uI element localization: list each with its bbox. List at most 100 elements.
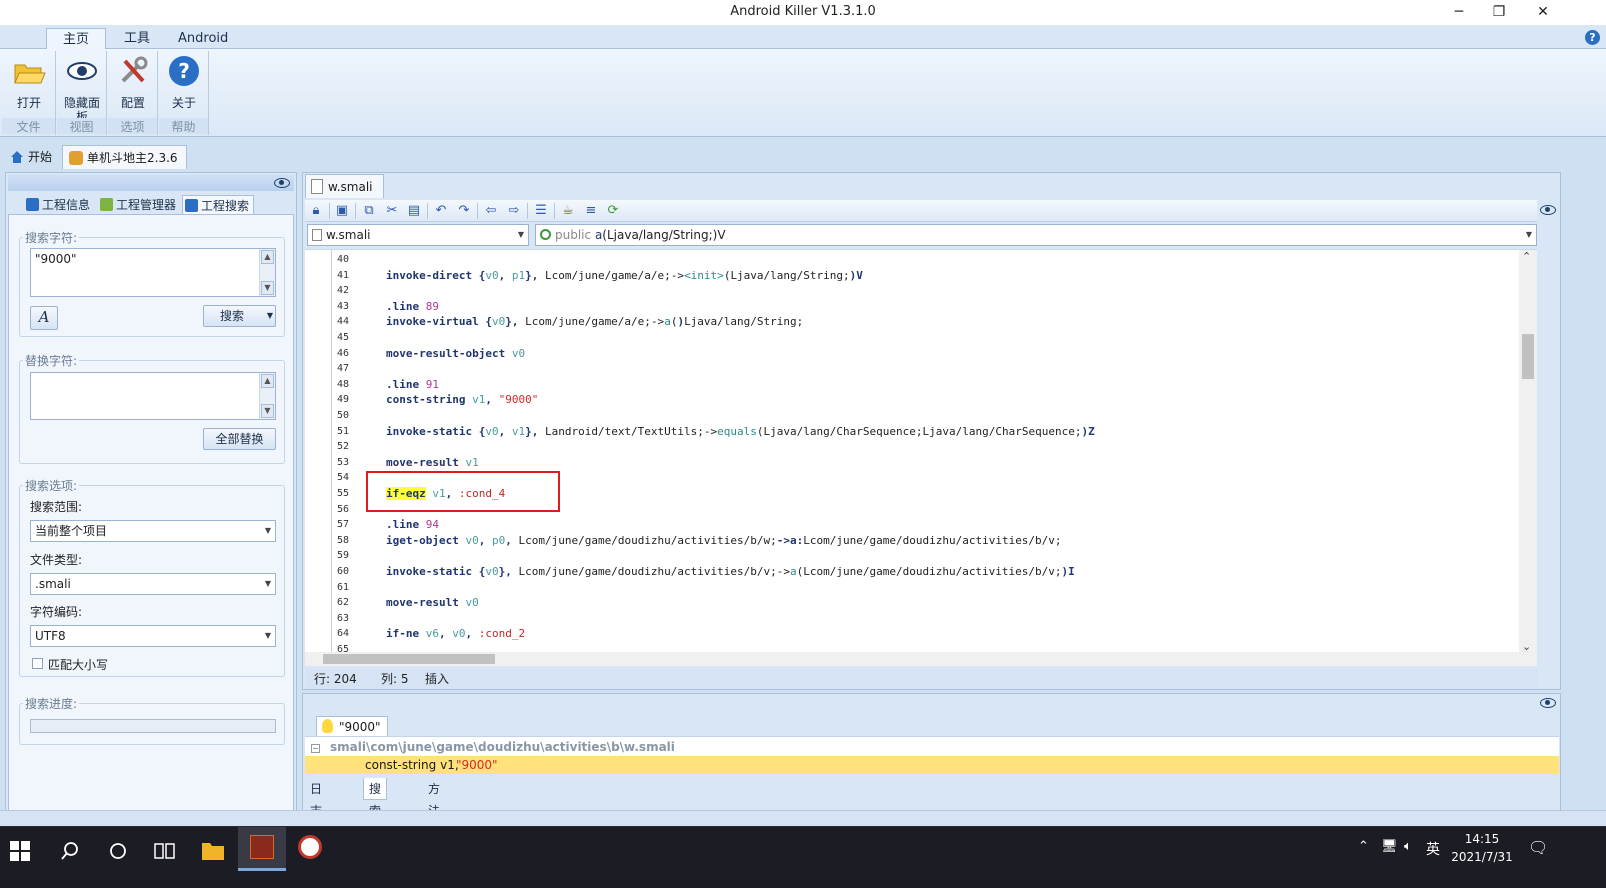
compile-icon[interactable]: ⟳	[605, 203, 621, 219]
tab-android[interactable]: Android	[162, 28, 244, 49]
encoding-select[interactable]: UTF8 ▼	[30, 625, 276, 647]
config-button[interactable]: 配置	[110, 53, 156, 110]
hide-panel-button[interactable]: 隐藏面板	[59, 53, 105, 124]
eye-icon[interactable]	[1540, 205, 1556, 215]
wrap-icon[interactable]: ☰	[533, 203, 549, 219]
redo-icon[interactable]: ↷	[456, 203, 472, 219]
lock-icon[interactable]: 🔒︎	[308, 203, 324, 219]
editor-hscrollbar[interactable]	[305, 652, 1537, 666]
open-button[interactable]: 打开	[6, 53, 52, 110]
search-form: 搜索字符: "9000" ▲ ▼ A 搜索 ▼ 替换字符: ▲ ▼ 全部替换 搜…	[8, 214, 294, 814]
tab-project[interactable]: 单机斗地主2.3.6	[62, 145, 187, 169]
copy-icon[interactable]: ⧉	[361, 203, 377, 219]
notification-icon[interactable]: 🗨︎	[1528, 838, 1548, 857]
format-icon[interactable]: ≡	[583, 203, 599, 219]
method-icon	[540, 229, 551, 240]
forward-arrow-icon[interactable]: ⇨	[506, 203, 522, 219]
network-icon[interactable]: 🖥︎	[1381, 839, 1398, 854]
replace-input-scrollbar[interactable]: ▲ ▼	[259, 373, 275, 419]
volume-icon[interactable]: 🔈︎	[1404, 839, 1412, 854]
chevron-up-icon[interactable]: ⌃	[1522, 250, 1531, 263]
eye-icon[interactable]	[274, 178, 290, 188]
windows-start-icon[interactable]	[10, 841, 30, 861]
replace-label: 替换字符:	[23, 352, 80, 369]
java-icon[interactable]: ☕︎	[560, 203, 576, 219]
ribbon-group-help: ? 关于 帮助	[159, 51, 209, 135]
cortana-icon[interactable]	[108, 841, 128, 861]
tools-icon	[121, 56, 148, 83]
collapse-icon[interactable]: −	[311, 744, 320, 753]
chevron-up-icon[interactable]: ⌃	[1358, 839, 1369, 854]
scroll-down-icon[interactable]: ▼	[261, 281, 274, 295]
file-select[interactable]: w.smali ▼	[307, 224, 529, 246]
tab-log-output[interactable]: 日志输出	[305, 778, 327, 862]
cut-icon[interactable]: ✂	[384, 203, 400, 219]
search-input[interactable]: "9000" ▲ ▼	[30, 248, 276, 297]
back-arrow-icon[interactable]: ⇦	[483, 203, 499, 219]
scroll-down-icon[interactable]: ▼	[261, 404, 274, 418]
result-file-node[interactable]: − smali\com\june\game\doudizhu\activities…	[311, 739, 675, 756]
browser-app-icon[interactable]	[298, 835, 322, 859]
clock-date[interactable]: 2021/7/31	[1450, 850, 1514, 864]
editor-panel: w.smali 🔒︎ ▣ ⧉ ✂ ▤ ↶ ↷ ⇦ ⇨ ☰ ☕︎ ≡ ⟳ w.sm…	[302, 172, 1561, 690]
chevron-down-icon[interactable]: ▼	[267, 306, 273, 326]
case-toggle-button[interactable]: A	[30, 306, 58, 330]
save-icon[interactable]: ▣	[334, 203, 350, 219]
search-button[interactable]: 搜索 ▼	[203, 305, 276, 327]
line-number: 61	[336, 581, 349, 593]
search-icon[interactable]	[60, 841, 80, 861]
line-number: 60	[336, 566, 349, 577]
chevron-down-icon[interactable]: ⌄	[1522, 640, 1531, 652]
maximize-button[interactable]: ❐	[1476, 0, 1522, 25]
taskbar-active-app[interactable]	[238, 827, 286, 871]
line-number: 47	[336, 363, 349, 375]
chevron-down-icon: ▼	[264, 526, 271, 535]
toolbar-separator	[554, 203, 555, 219]
match-case-label: 匹配大小写	[48, 658, 109, 672]
eye-icon[interactable]	[1540, 698, 1556, 708]
method-select[interactable]: public a(Ljava/lang/String;)V ▼	[535, 224, 1537, 246]
tab-home[interactable]: 主页	[46, 28, 107, 49]
ribbon-tabs: 主页 工具 Android ?	[0, 25, 1606, 49]
file-icon	[312, 229, 322, 241]
search-results-tree: − smali\com\june\game\doudizhu\activities…	[305, 736, 1559, 774]
scroll-up-icon[interactable]: ▲	[261, 250, 274, 264]
file-tab[interactable]: w.smali	[305, 174, 384, 198]
ribbon-group-file: 打开 文件	[2, 51, 56, 135]
replace-input[interactable]: ▲ ▼	[30, 372, 276, 420]
help-icon[interactable]: ?	[1585, 30, 1600, 45]
tab-method-refs[interactable]: 方法引用	[423, 778, 445, 862]
taskbar: ⌃ 🖥︎ 🔈︎ 英 14:15 2021/7/31 🗨︎	[0, 826, 1606, 888]
scope-select[interactable]: 当前整个项目 ▼	[30, 520, 276, 542]
scroll-up-icon[interactable]: ▲	[261, 374, 274, 388]
match-case-checkbox[interactable]	[32, 658, 43, 669]
clock-time[interactable]: 14:15	[1462, 832, 1502, 846]
task-view-icon[interactable]	[154, 841, 176, 861]
code-editor[interactable]: 40 41 invoke-direct {v0, p1}, Lcom/june/ga…	[305, 249, 1537, 652]
about-button[interactable]: ? 关于	[161, 53, 207, 110]
replace-all-button[interactable]: 全部替换	[203, 428, 276, 450]
project-search-panel: 工程信息 工程管理器 工程搜索 搜索字符: "9000" ▲ ▼ A 搜索 ▼ …	[5, 172, 297, 819]
search-input-scrollbar[interactable]: ▲ ▼	[259, 249, 275, 296]
undo-icon[interactable]: ↶	[433, 203, 449, 219]
input-method-indicator[interactable]: 英	[1426, 839, 1440, 859]
subtab-project-info[interactable]: 工程信息	[24, 195, 94, 215]
tab-tools[interactable]: 工具	[108, 28, 166, 49]
result-query-tab[interactable]: "9000"	[316, 716, 388, 736]
file-explorer-icon[interactable]	[201, 839, 225, 861]
filetype-select[interactable]: .smali ▼	[30, 573, 276, 595]
paste-icon[interactable]: ▤	[406, 203, 422, 219]
close-button[interactable]: ✕	[1520, 0, 1566, 25]
file-tab-label: w.smali	[328, 180, 373, 194]
subtab-project-manager-label: 工程管理器	[116, 198, 177, 212]
subtab-project-manager[interactable]: 工程管理器	[98, 195, 180, 215]
scrollbar-thumb[interactable]	[1522, 334, 1534, 379]
line-number: 63	[336, 612, 349, 624]
tab-search-results[interactable]: 搜索结果	[363, 778, 388, 862]
result-match-row[interactable]: const-string v1, "9000"	[305, 756, 1559, 774]
scrollbar-thumb[interactable]	[323, 654, 495, 664]
ribbon: 打开 文件 隐藏面板 视图 配置 选项 ? 关于 帮助	[0, 49, 1606, 137]
subtab-project-search[interactable]: 工程搜索	[182, 195, 255, 215]
editor-vscrollbar[interactable]: ⌃ ⌄	[1519, 250, 1537, 652]
tab-start[interactable]: 开始	[4, 145, 60, 169]
